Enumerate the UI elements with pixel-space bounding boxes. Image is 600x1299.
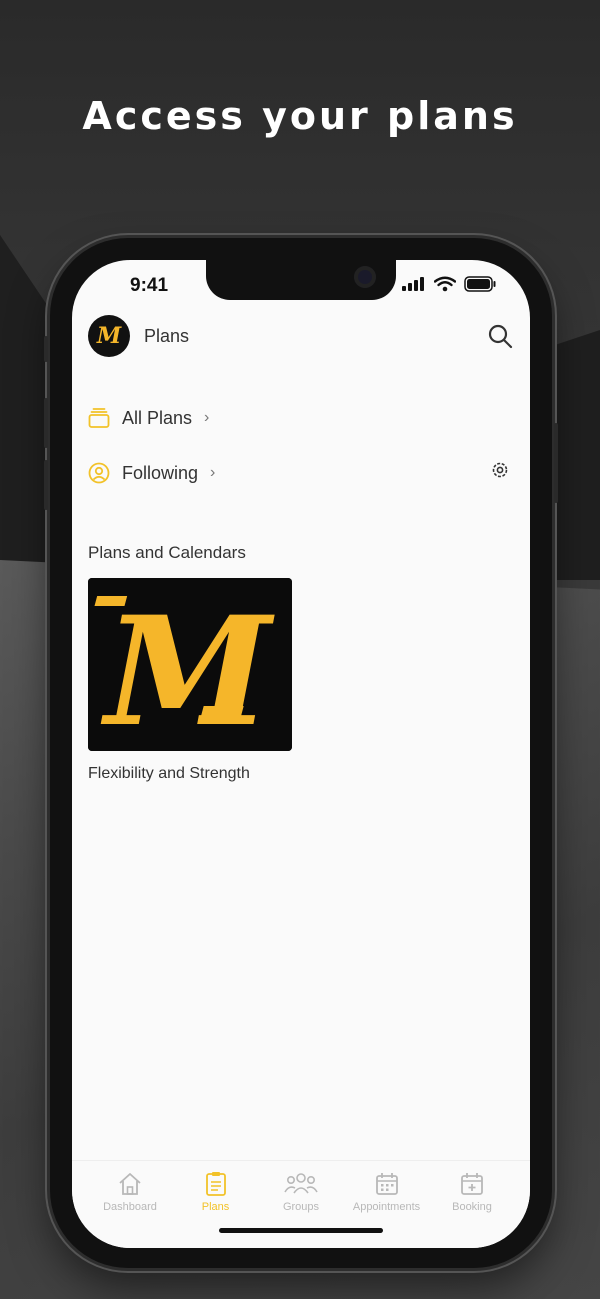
phone-power-button	[554, 423, 558, 503]
stack-icon	[88, 408, 110, 428]
user-circle-icon	[88, 462, 110, 484]
group-icon	[284, 1173, 318, 1194]
chevron-right-icon: ›	[204, 409, 210, 426]
avatar[interactable]: M	[88, 315, 130, 357]
following-link[interactable]: Following ›	[88, 453, 215, 493]
promo-headline: Access your plans	[82, 94, 518, 138]
home-indicator[interactable]	[219, 1228, 383, 1233]
camera	[354, 266, 376, 288]
status-time: 9:41	[130, 275, 169, 296]
plan-card[interactable]: M	[88, 578, 292, 751]
tab-dashboard[interactable]: Dashboard	[90, 1171, 170, 1248]
plan-name: Flexibility and Strength	[88, 765, 250, 782]
section-title: Plans and Calendars	[88, 543, 246, 562]
tab-label: Appointments	[352, 1201, 421, 1213]
phone-frame: 9:41 M Plans All Plans › Following › Pla…	[44, 238, 558, 1268]
calendar-icon	[375, 1173, 398, 1195]
app-screen: 9:41 M Plans All Plans › Following › Pla…	[72, 260, 530, 1248]
calendar-plus-icon	[461, 1173, 483, 1195]
phone-side-button	[44, 336, 48, 362]
tab-booking[interactable]: Booking	[432, 1171, 512, 1248]
clipboard-icon	[205, 1172, 226, 1196]
tab-label: Groups	[282, 1201, 320, 1213]
tab-label: Dashboard	[103, 1201, 157, 1213]
following-label: Following	[122, 462, 199, 483]
phone-volume-down	[44, 460, 48, 510]
tab-appointments[interactable]: Appointments	[347, 1171, 427, 1248]
tab-label: Booking	[452, 1201, 492, 1213]
all-plans-link[interactable]: All Plans ›	[88, 398, 209, 438]
tab-plans[interactable]: Plans	[176, 1171, 256, 1248]
page-title: Plans	[144, 325, 190, 346]
plan-logo-letter: M	[100, 584, 275, 751]
status-icons	[402, 276, 496, 292]
phone-volume-up	[44, 398, 48, 448]
app-header: M Plans	[88, 314, 514, 358]
notch	[206, 260, 396, 300]
plan-logo: M	[88, 578, 292, 751]
tab-label: Plans	[201, 1201, 230, 1213]
home-icon	[119, 1173, 141, 1195]
all-plans-label: All Plans	[122, 407, 193, 428]
gear-icon[interactable]	[490, 460, 510, 480]
tab-bar: Dashboard Plans Groups Appointments Book…	[72, 1160, 530, 1248]
chevron-right-icon: ›	[210, 464, 216, 481]
search-icon[interactable]	[486, 322, 514, 350]
battery-icon	[464, 276, 496, 292]
signal-icon	[402, 277, 424, 291]
tab-groups[interactable]: Groups	[261, 1171, 341, 1248]
wifi-icon	[434, 276, 456, 292]
